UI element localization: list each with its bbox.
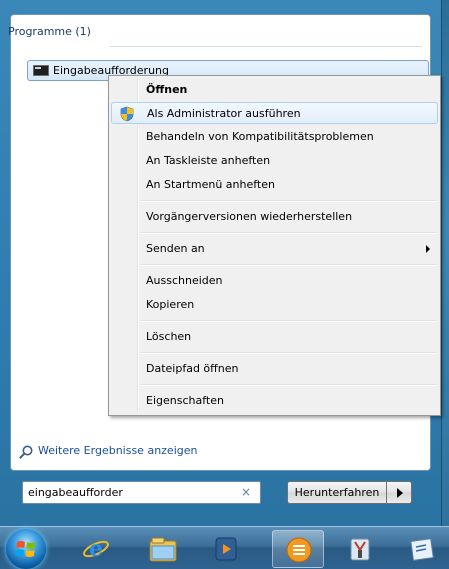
menu-separator <box>141 352 436 354</box>
search-icon <box>19 445 33 459</box>
group-header-divider <box>110 46 422 47</box>
menu-separator <box>141 264 436 266</box>
menu-item-properties[interactable]: Eigenschaften <box>111 390 438 412</box>
windows-explorer-icon <box>149 537 177 562</box>
document-app-icon <box>410 538 434 561</box>
menu-app-icon <box>286 537 312 563</box>
svg-text:e: e <box>89 536 103 562</box>
menu-item-run-as-admin[interactable]: Als Administrator ausführen <box>111 102 438 124</box>
menu-item-pin-to-taskbar[interactable]: An Taskleiste anheften <box>111 150 438 172</box>
menu-item-open-file-location[interactable]: Dateipfad öffnen <box>111 358 438 380</box>
menu-item-send-to[interactable]: Senden an <box>111 238 438 260</box>
menu-item-label: Öffnen <box>146 83 188 96</box>
media-player-icon <box>215 537 237 561</box>
see-more-results-label: Weitere Ergebnisse anzeigen <box>38 444 198 457</box>
start-search-input[interactable]: eingabeaufforder × <box>22 481 261 504</box>
menu-item-pin-to-start-menu[interactable]: An Startmenü anheften <box>111 174 438 196</box>
taskbar-menu-app[interactable] <box>272 530 324 568</box>
menu-item-cut[interactable]: Ausschneiden <box>111 270 438 292</box>
menu-item-label: An Startmenü anheften <box>146 178 275 191</box>
menu-item-label: An Taskleiste anheften <box>146 154 271 167</box>
tools-app-icon <box>350 538 370 561</box>
menu-item-label: Löschen <box>146 330 192 343</box>
search-input-value: eingabeaufforder <box>28 486 123 499</box>
menu-item-label: Senden an <box>146 242 205 255</box>
uac-shield-icon <box>120 106 134 122</box>
taskbar-document-app[interactable] <box>396 530 448 568</box>
windows-logo-icon <box>15 541 36 557</box>
menu-item-label: Dateipfad öffnen <box>146 362 239 375</box>
menu-separator <box>141 320 436 322</box>
shutdown-button[interactable]: Herunterfahren <box>287 481 387 504</box>
menu-item-open[interactable]: Öffnen <box>111 79 438 101</box>
group-header-programs: Programme (1) <box>8 25 91 38</box>
menu-separator <box>141 232 436 234</box>
menu-item-delete[interactable]: Löschen <box>111 326 438 348</box>
menu-item-label: Kopieren <box>146 298 195 311</box>
shutdown-options-button[interactable] <box>386 481 412 504</box>
menu-item-label: Ausschneiden <box>146 274 223 287</box>
menu-item-label: Behandeln von Kompatibilitätsproblemen <box>146 130 374 143</box>
taskbar-media-player[interactable] <box>200 530 252 568</box>
taskbar-tools-app[interactable] <box>334 530 386 568</box>
menu-item-copy[interactable]: Kopieren <box>111 294 438 316</box>
shutdown-label: Herunterfahren <box>294 486 380 499</box>
menu-item-troubleshoot-compatibility[interactable]: Behandeln von Kompatibilitätsproblemen <box>111 126 438 148</box>
context-menu: Öffnen Als Administrator ausführen Behan… <box>108 75 441 416</box>
start-button[interactable] <box>6 529 46 569</box>
submenu-arrow-icon <box>426 245 430 253</box>
internet-explorer-icon: e <box>83 536 109 562</box>
chevron-right-icon <box>397 488 403 498</box>
menu-item-label: Vorgängerversionen wiederherstellen <box>146 210 353 223</box>
menu-item-label: Als Administrator ausführen <box>147 107 301 120</box>
menu-item-restore-previous-versions[interactable]: Vorgängerversionen wiederherstellen <box>111 206 438 228</box>
taskbar: e <box>0 526 449 569</box>
menu-separator <box>141 384 436 386</box>
clear-search-icon[interactable]: × <box>241 485 251 499</box>
menu-item-label: Eigenschaften <box>146 394 224 407</box>
command-prompt-icon <box>33 65 49 76</box>
taskbar-internet-explorer[interactable]: e <box>70 530 122 568</box>
taskbar-windows-explorer[interactable] <box>136 530 188 568</box>
menu-separator <box>141 200 436 202</box>
